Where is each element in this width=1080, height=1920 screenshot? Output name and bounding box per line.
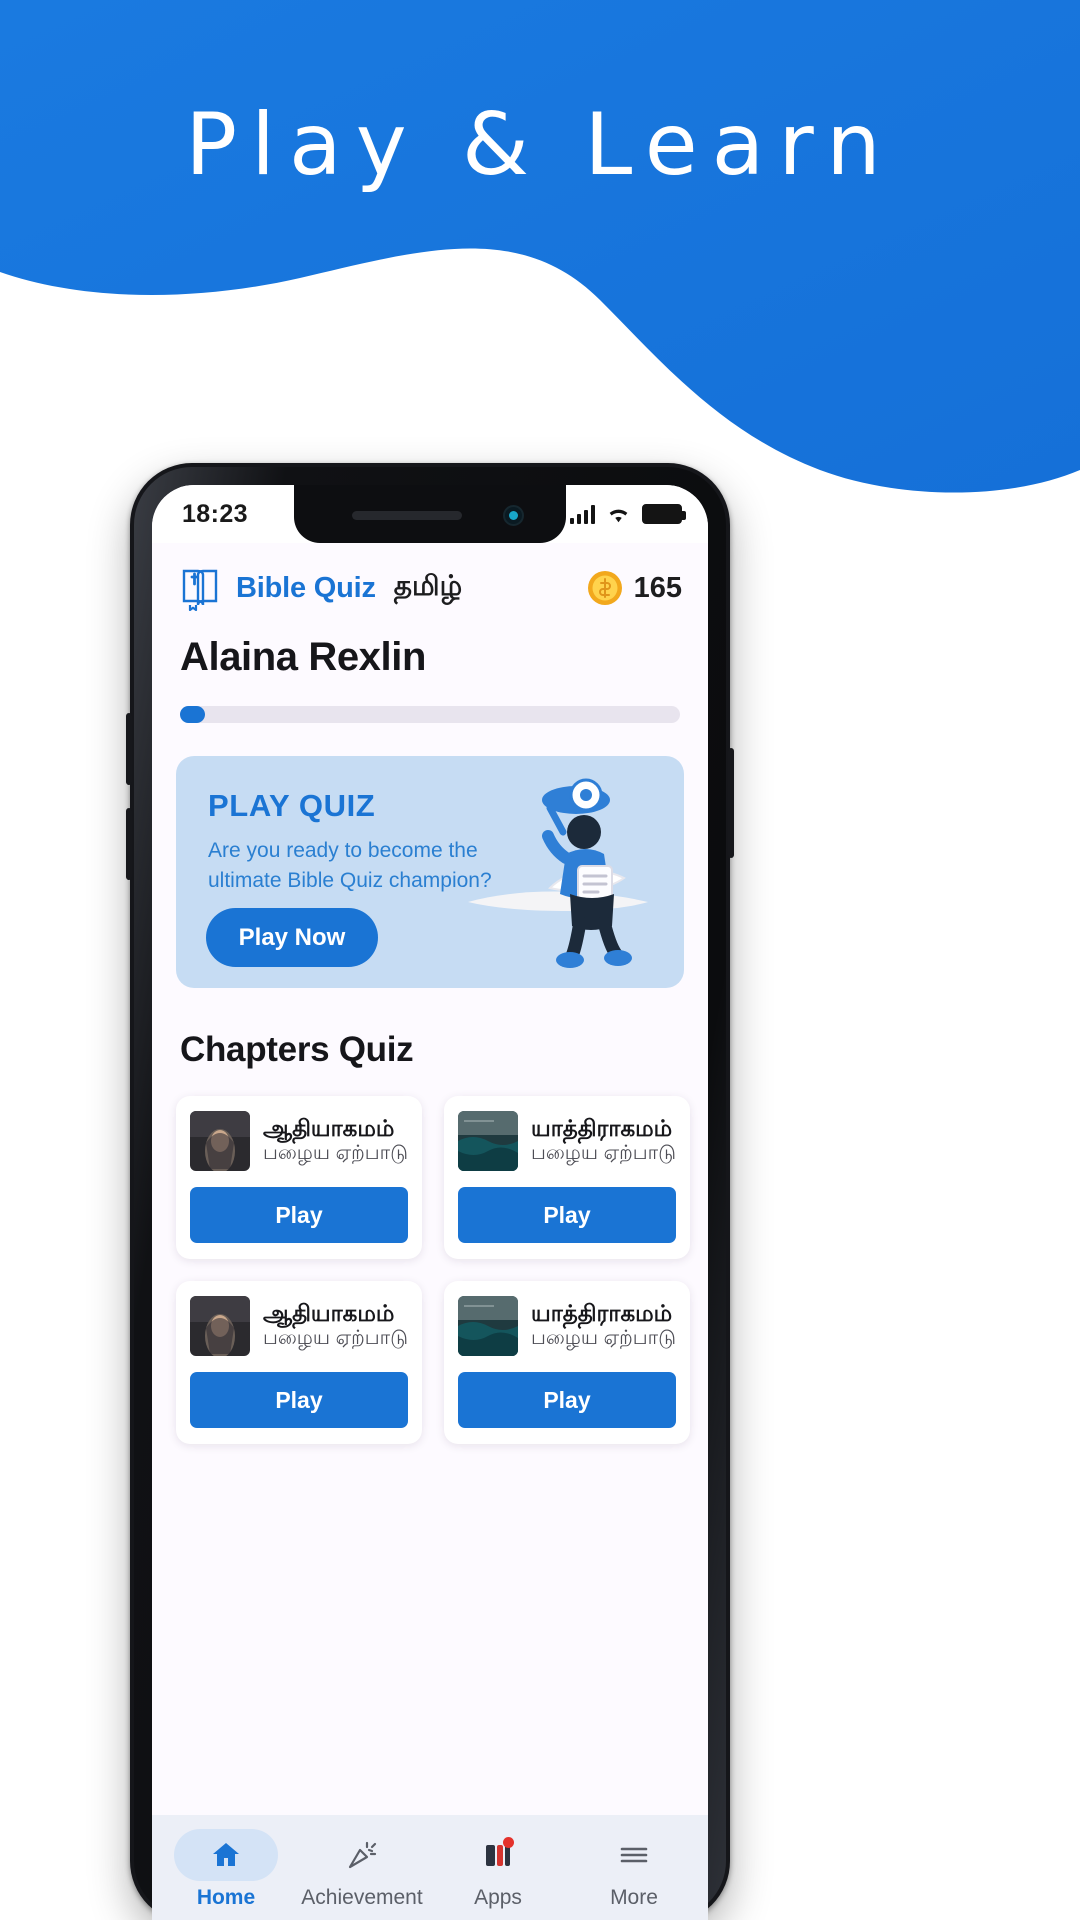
chapters-grid: ஆதியாகமம் பழைய ஏற்பாடு Play யாத்திராகமம்… — [152, 1070, 708, 1444]
chapter-card-top: யாத்திராகமம் பழைய ஏற்பாடு — [457, 1296, 676, 1356]
app-scroll-area[interactable]: Bible Quiz தமிழ் 165 Alaina Rexlin PLAY … — [152, 543, 708, 1815]
nav-pill — [446, 1829, 550, 1881]
chapter-name: யாத்திராகமம் — [530, 1114, 673, 1141]
chapter-name: ஆதியாகமம் — [263, 1299, 395, 1326]
chapter-play-button[interactable]: Play — [457, 1372, 676, 1428]
confetti-icon — [345, 1838, 379, 1872]
chapter-testament: பழைய ஏற்பாடு — [263, 1142, 408, 1165]
app-brand: Bible Quiz தமிழ் — [178, 565, 463, 612]
chapter-card-texts: யாத்திராகமம் பழைய ஏற்பாடு — [531, 1115, 676, 1167]
volume-up-button[interactable] — [126, 713, 132, 785]
status-time: 18:23 — [182, 499, 248, 528]
nav-label-achievement: Achievement — [301, 1885, 423, 1909]
power-button[interactable] — [728, 748, 734, 858]
app-container: Bible Quiz தமிழ் 165 Alaina Rexlin PLAY … — [152, 543, 708, 1920]
apps-badge-dot — [503, 1836, 514, 1848]
front-camera-icon — [503, 505, 524, 526]
chapter-card[interactable]: யாத்திராகமம் பழைய ஏற்பாடு Play — [443, 1281, 690, 1444]
nav-item-apps[interactable]: Apps — [432, 1829, 564, 1910]
bottom-navigation: Home Achievement Apps More — [152, 1815, 708, 1920]
battery-full-icon — [642, 504, 686, 524]
nav-active-pill — [174, 1828, 278, 1881]
phone-screen: 18:23 Bible Quiz தமிழ் 165 Alaina Rexlin… — [152, 485, 708, 1920]
promo-headline: Play & Learn — [185, 95, 895, 195]
play-quiz-title: PLAY QUIZ — [208, 788, 376, 823]
chapter-testament: பழைய ஏற்பாடு — [263, 1327, 408, 1350]
earpiece-speaker — [352, 511, 462, 520]
person-with-quiz-illustration — [458, 762, 684, 988]
progress-track — [180, 706, 680, 723]
genesis-thumbnail — [190, 1296, 250, 1356]
chapter-card-texts: யாத்திராகமம் பழைய ஏற்பாடு — [531, 1300, 676, 1352]
nav-pill — [310, 1829, 414, 1881]
home-icon — [209, 1838, 243, 1872]
chapter-name: யாத்திராகமம் — [530, 1299, 673, 1326]
nav-item-home[interactable]: Home — [160, 1828, 292, 1910]
apps-icon — [481, 1836, 515, 1872]
app-header: Bible Quiz தமிழ் 165 — [152, 543, 708, 621]
chapter-play-button[interactable]: Play — [190, 1372, 408, 1428]
bible-book-icon — [178, 565, 222, 612]
phone-notch — [294, 485, 566, 543]
progress-fill — [180, 706, 205, 723]
status-icons — [570, 504, 686, 524]
nav-item-more[interactable]: More — [568, 1829, 700, 1910]
coin-count: 165 — [633, 571, 682, 604]
exodus-thumbnail — [457, 1296, 518, 1356]
nav-label-more: More — [610, 1885, 658, 1909]
chapter-card[interactable]: ஆதியாகமம் பழைய ஏற்பாடு Play — [176, 1096, 422, 1259]
user-name: Alaina Rexlin — [180, 635, 426, 679]
chapter-card-top: ஆதியாகமம் பழைய ஏற்பாடு — [190, 1296, 408, 1356]
hamburger-menu-icon — [617, 1838, 651, 1872]
chapter-testament: பழைய ஏற்பாடு — [530, 1327, 676, 1350]
brand-name: Bible Quiz — [236, 571, 376, 604]
progress-bar — [152, 680, 708, 723]
play-quiz-card[interactable]: PLAY QUIZ Are you ready to become the ul… — [176, 756, 684, 988]
nav-pill — [582, 1829, 686, 1881]
chapter-card-top: ஆதியாகமம் பழைய ஏற்பாடு — [190, 1111, 408, 1171]
chapter-card[interactable]: யாத்திராகமம் பழைய ஏற்பாடு Play — [443, 1096, 690, 1259]
chapter-name: ஆதியாகமம் — [263, 1114, 395, 1141]
chapter-play-button[interactable]: Play — [190, 1187, 408, 1243]
phone-mockup: 18:23 Bible Quiz தமிழ் 165 Alaina Rexlin… — [126, 463, 734, 1920]
coin-icon — [586, 569, 624, 607]
chapters-section-title: Chapters Quiz — [180, 1030, 414, 1069]
genesis-thumbnail — [190, 1111, 250, 1171]
wifi-icon — [606, 505, 631, 524]
chapter-play-button[interactable]: Play — [457, 1187, 676, 1243]
volume-down-button[interactable] — [126, 808, 132, 880]
coin-balance[interactable]: 165 — [586, 569, 682, 607]
chapter-testament: பழைய ஏற்பாடு — [530, 1142, 676, 1165]
chapter-card-top: யாத்திராகமம் பழைய ஏற்பாடு — [457, 1111, 676, 1171]
play-now-button[interactable]: Play Now — [206, 908, 378, 967]
nav-label-apps: Apps — [474, 1885, 522, 1909]
exodus-thumbnail — [457, 1111, 518, 1171]
nav-label-home: Home — [196, 1885, 256, 1909]
chapter-card-texts: ஆதியாகமம் பழைய ஏற்பாடு — [263, 1300, 408, 1352]
cellular-signal-icon — [570, 504, 595, 524]
chapter-card[interactable]: ஆதியாகமம் பழைய ஏற்பாடு Play — [176, 1281, 422, 1444]
nav-item-achievement[interactable]: Achievement — [296, 1829, 428, 1910]
chapter-card-texts: ஆதியாகமம் பழைய ஏற்பாடு — [263, 1115, 408, 1167]
brand-language: தமிழ் — [393, 570, 463, 601]
